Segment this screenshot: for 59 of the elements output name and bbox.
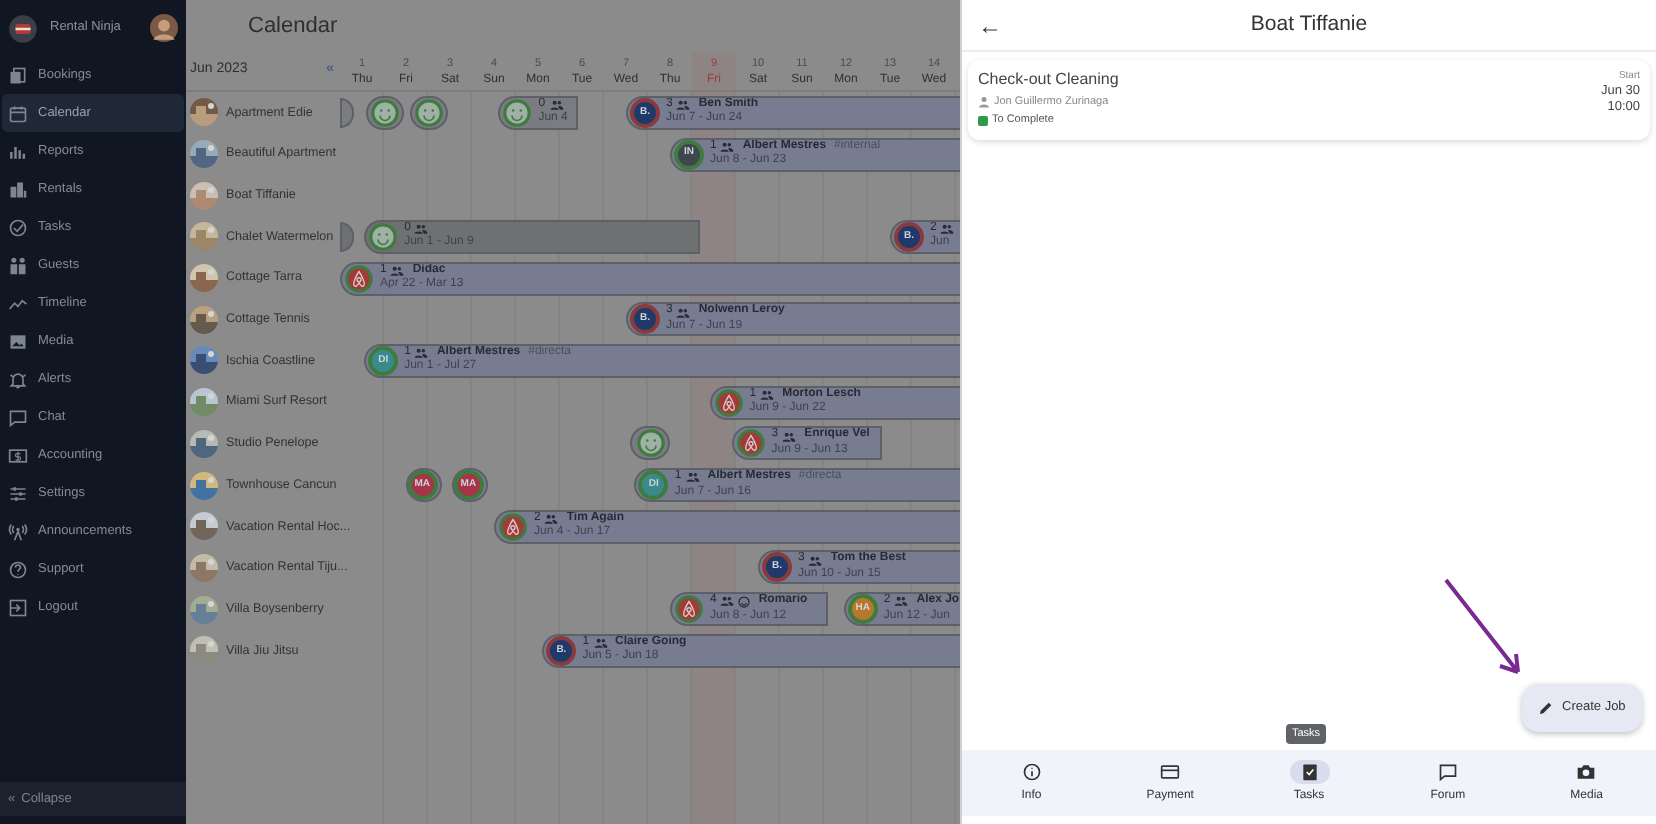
booking-edge[interactable] (340, 97, 354, 128)
people-icon (549, 98, 564, 113)
people-icon (720, 594, 735, 609)
help-icon (8, 559, 28, 579)
airbnb-icon (674, 594, 704, 625)
image-icon (8, 331, 28, 351)
booking-chip[interactable] (630, 426, 670, 461)
airbnb-icon (713, 387, 744, 418)
calendar-icon (8, 103, 28, 123)
people-icon (782, 429, 797, 444)
document-icon (8, 65, 28, 85)
people-icon (544, 511, 559, 526)
page-title: Calendar (248, 11, 338, 42)
card-icon (1160, 762, 1181, 782)
chat-icon (8, 407, 28, 427)
smiley-icon (413, 97, 444, 128)
task-title: Check-out Cleaning (978, 68, 1119, 92)
person-icon (978, 96, 990, 109)
airbnb-icon (498, 511, 528, 542)
people-icon (940, 222, 955, 237)
people-icon (720, 139, 735, 154)
booking-edge[interactable] (340, 221, 354, 252)
people-icon (808, 553, 823, 568)
airbnb-icon (735, 428, 766, 459)
airbnb-icon (344, 263, 374, 294)
pencil-icon (1538, 700, 1554, 716)
panel-title: Boat Tiffanie (1250, 9, 1368, 40)
info-icon (1021, 762, 1042, 782)
booking-chip[interactable] (366, 95, 404, 130)
smiley-icon (635, 428, 666, 459)
sliders-icon (8, 483, 28, 503)
people-icon (414, 222, 429, 237)
buildings-icon (8, 179, 28, 199)
people-icon (685, 470, 700, 485)
camera-icon (1576, 762, 1597, 782)
people-icon (760, 387, 775, 402)
people-icon (894, 594, 909, 609)
bar-chart-icon (8, 141, 28, 161)
logo-icon (8, 13, 38, 43)
antenna-icon (8, 521, 28, 541)
people-icon (676, 305, 691, 320)
clipboard-icon (1299, 762, 1320, 782)
people-icon (676, 98, 691, 113)
annotation-arrow (1442, 576, 1526, 680)
smiley-icon (502, 97, 533, 128)
avatar-icon (150, 14, 178, 42)
smiley-icon (368, 221, 399, 252)
logout-icon (8, 597, 28, 617)
back-button[interactable]: ← (978, 7, 1002, 43)
chat-icon (1437, 762, 1458, 782)
bell-icon (8, 369, 28, 389)
people-icon (390, 263, 405, 278)
check-circle-icon (8, 217, 28, 237)
people-icon (414, 346, 429, 361)
booking-chip[interactable] (410, 95, 448, 130)
smiley-icon (369, 97, 400, 128)
people-icon (593, 636, 608, 651)
dollar-icon (8, 445, 28, 465)
people-icon (8, 255, 28, 275)
